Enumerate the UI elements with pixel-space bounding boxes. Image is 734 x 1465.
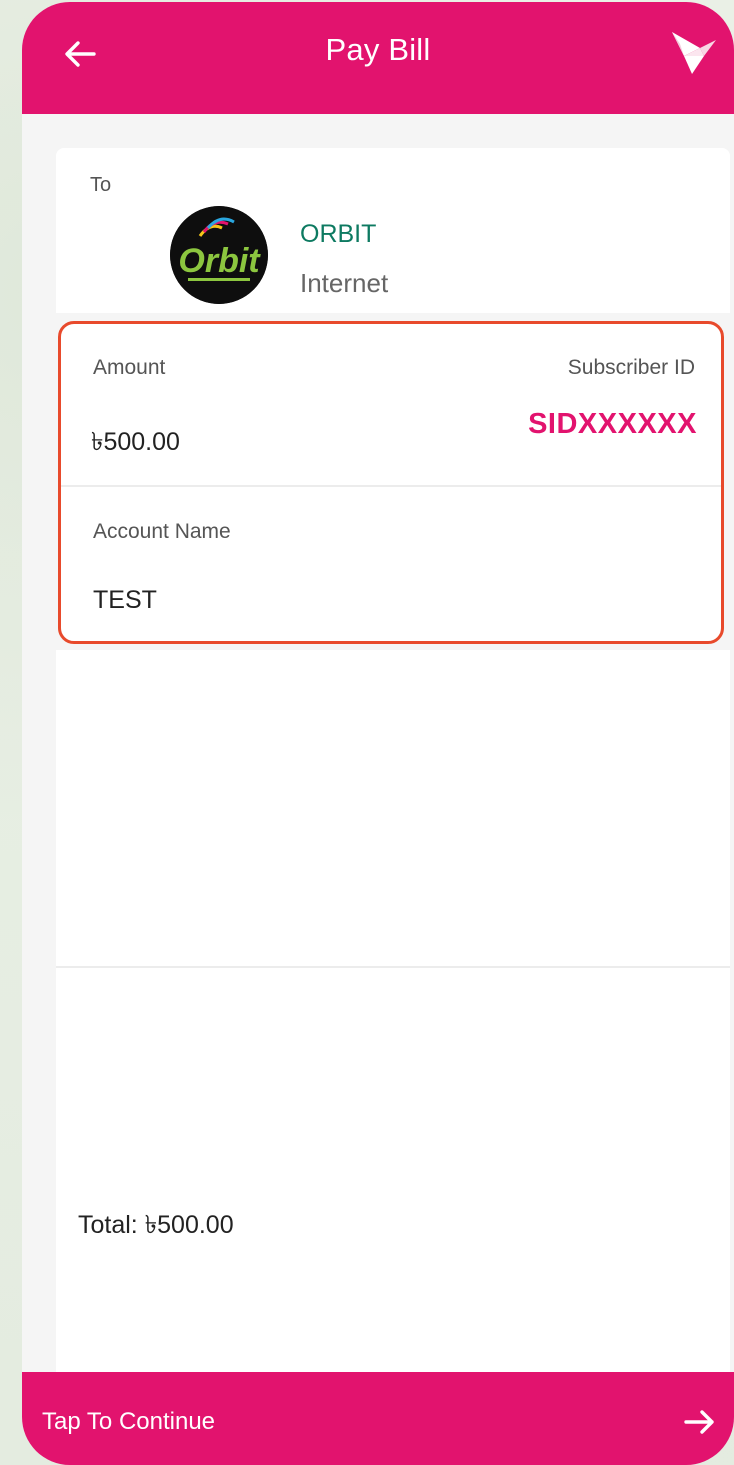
recipient-card: To Orbit ORBIT Internet xyxy=(56,148,730,313)
biller-logo-text: Orbit xyxy=(178,242,261,280)
bill-details-panel: Amount Subscriber ID ৳500.00 SIDXXXXXX A… xyxy=(58,321,724,644)
page-title: Pay Bill xyxy=(325,32,431,67)
details-divider xyxy=(61,485,721,487)
orbit-logo-icon: Orbit xyxy=(170,206,268,304)
account-name-label: Account Name xyxy=(93,520,231,543)
subscriber-id-value: SIDXXXXXX xyxy=(528,408,697,440)
biller-logo: Orbit xyxy=(170,206,268,304)
arrow-right-icon xyxy=(684,1410,714,1434)
header-bar: Pay Bill xyxy=(22,2,734,114)
amount-value: ৳500.00 xyxy=(91,428,180,456)
bird-logo-icon xyxy=(672,32,716,74)
total-amount: Total: ৳500.00 xyxy=(78,1211,234,1239)
to-label: To xyxy=(90,174,112,196)
continue-button[interactable]: Tap To Continue xyxy=(22,1372,734,1465)
recipient-section: To Orbit ORBIT Internet xyxy=(56,148,730,313)
summary-divider xyxy=(56,966,730,968)
content-area xyxy=(56,650,730,968)
app-screen: Pay Bill To Orbit ORBIT Internet Total: … xyxy=(22,2,734,1465)
biller-type: Internet xyxy=(300,268,389,298)
summary-area xyxy=(56,968,730,1373)
account-name-value: TEST xyxy=(93,586,157,614)
continue-label: Tap To Continue xyxy=(42,1408,216,1435)
amount-label: Amount xyxy=(93,356,166,379)
biller-name: ORBIT xyxy=(300,220,377,248)
subscriber-id-label: Subscriber ID xyxy=(567,356,695,379)
